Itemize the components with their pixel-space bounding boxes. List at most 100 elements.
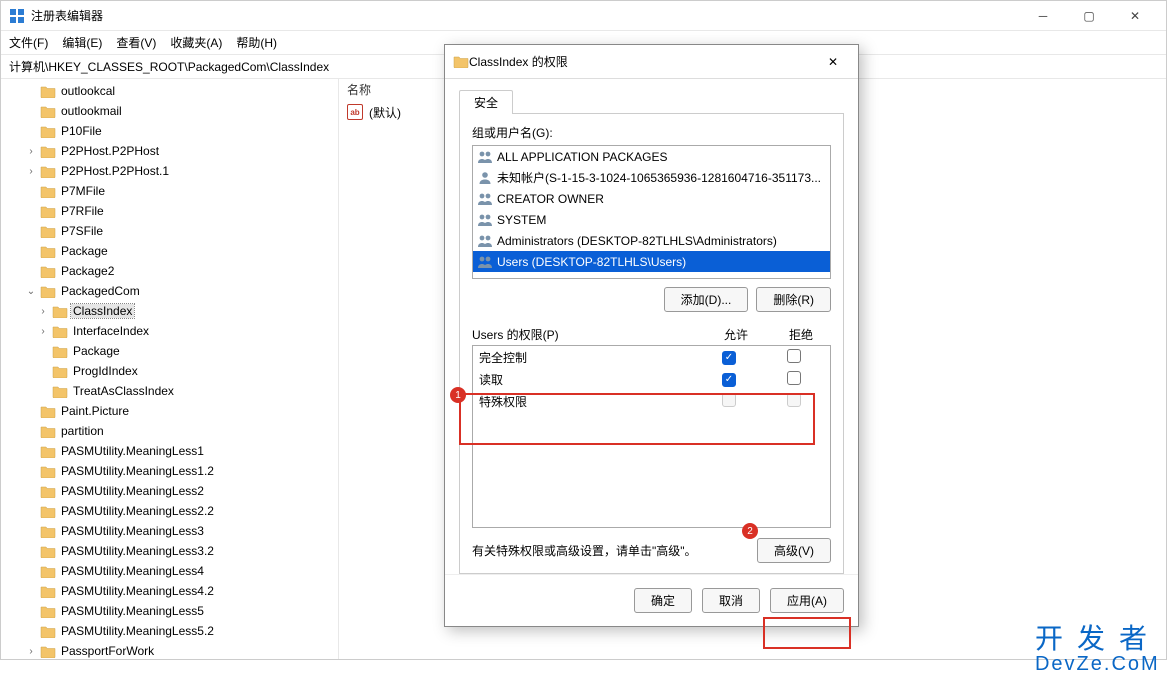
tab-security[interactable]: 安全 <box>459 90 513 114</box>
principals-list[interactable]: ALL APPLICATION PACKAGES 未知帐户(S-1-15-3-10… <box>472 145 831 279</box>
expand-toggle[interactable]: › <box>37 326 49 337</box>
tree-item[interactable]: ›P2PHost.P2PHost <box>1 141 338 161</box>
tree-item[interactable]: ›InterfaceIndex <box>1 321 338 341</box>
tree-item[interactable]: outlookmail <box>1 101 338 121</box>
menu-view[interactable]: 查看(V) <box>116 34 156 51</box>
tree-item[interactable]: partition <box>1 421 338 441</box>
principal-row[interactable]: Users (DESKTOP-82TLHLS\Users) <box>473 251 830 272</box>
deny-checkbox[interactable] <box>787 371 801 385</box>
principal-row[interactable]: SYSTEM <box>473 209 830 230</box>
principal-icon <box>477 213 493 227</box>
remove-button[interactable]: 删除(R) <box>756 287 831 312</box>
expand-toggle[interactable]: ⌄ <box>25 286 37 297</box>
values-col-name[interactable]: 名称 <box>347 81 371 98</box>
tree-item[interactable]: › P2PHost.P2PHost.1 <box>1 161 338 181</box>
tree-item[interactable]: PASMUtility.MeaningLess1.2 <box>1 461 338 481</box>
tree-item-label: Package2 <box>59 264 116 278</box>
permissions-list: 完全控制✓读取✓特殊权限 <box>472 345 831 528</box>
maximize-button[interactable]: ▢ <box>1066 2 1112 30</box>
principal-row[interactable]: CREATOR OWNER <box>473 188 830 209</box>
tree-item-label: PASMUtility.MeaningLess4.2 <box>59 584 216 598</box>
expand-toggle[interactable]: › <box>25 146 37 157</box>
principal-row[interactable]: Administrators (DESKTOP-82TLHLS\Administ… <box>473 230 830 251</box>
allow-checkbox[interactable]: ✓ <box>722 351 736 365</box>
menu-edit[interactable]: 编辑(E) <box>62 34 102 51</box>
principal-name: 未知帐户(S-1-15-3-1024-1065365936-1281604716… <box>497 169 821 186</box>
tree-item[interactable]: PASMUtility.MeaningLess3.2 <box>1 541 338 561</box>
permission-row: 读取 ✓ <box>473 368 830 390</box>
folder-icon <box>52 365 68 378</box>
tree-item-label: P10File <box>59 124 104 138</box>
permission-name: 读取 <box>479 371 694 388</box>
tree-item[interactable]: PASMUtility.MeaningLess2.2 <box>1 501 338 521</box>
folder-icon <box>40 185 56 198</box>
add-button[interactable]: 添加(D)... <box>664 287 749 312</box>
tree-item[interactable]: Package <box>1 241 338 261</box>
tree-item[interactable]: ›ClassIndex <box>1 301 338 321</box>
dialog-close-button[interactable]: ✕ <box>816 47 850 77</box>
tree-item[interactable]: ›PassportForWork <box>1 641 338 659</box>
deny-checkbox[interactable] <box>787 349 801 363</box>
principals-label: 组或用户名(G): <box>472 124 831 141</box>
tree-item-label: P7SFile <box>59 224 105 238</box>
dialog-titlebar[interactable]: ClassIndex 的权限 ✕ <box>445 45 858 79</box>
tree-item[interactable]: PASMUtility.MeaningLess3 <box>1 521 338 541</box>
principal-name: Users (DESKTOP-82TLHLS\Users) <box>497 255 686 269</box>
tree-item-label: Paint.Picture <box>59 404 131 418</box>
string-value-icon: ab <box>347 104 363 120</box>
menu-file[interactable]: 文件(F) <box>9 34 48 51</box>
minimize-button[interactable]: ─ <box>1020 2 1066 30</box>
tree-item[interactable]: ProgIdIndex <box>1 361 338 381</box>
tree-item[interactable]: P7RFile <box>1 201 338 221</box>
tree-item[interactable]: PASMUtility.MeaningLess2 <box>1 481 338 501</box>
principal-row[interactable]: 未知帐户(S-1-15-3-1024-1065365936-1281604716… <box>473 167 830 188</box>
advanced-button[interactable]: 高级(V) <box>757 538 831 563</box>
menu-fav[interactable]: 收藏夹(A) <box>170 34 222 51</box>
principal-name: ALL APPLICATION PACKAGES <box>497 150 668 164</box>
tree-item[interactable]: P7SFile <box>1 221 338 241</box>
apply-button[interactable]: 应用(A) <box>770 588 844 613</box>
tree-item[interactable]: ⌄PackagedCom <box>1 281 338 301</box>
close-button[interactable]: ✕ <box>1112 2 1158 30</box>
principal-row[interactable]: ALL APPLICATION PACKAGES <box>473 146 830 167</box>
tree-item[interactable]: Package <box>1 341 338 361</box>
cancel-button[interactable]: 取消 <box>702 588 760 613</box>
ok-button[interactable]: 确定 <box>634 588 692 613</box>
tree-item[interactable]: PASMUtility.MeaningLess4.2 <box>1 581 338 601</box>
principal-name: Administrators (DESKTOP-82TLHLS\Administ… <box>497 234 777 248</box>
folder-icon <box>453 55 469 68</box>
tree-item[interactable]: outlookcal <box>1 81 338 101</box>
tree-item[interactable]: P7MFile <box>1 181 338 201</box>
menu-help[interactable]: 帮助(H) <box>236 34 277 51</box>
tree-item[interactable]: TreatAsClassIndex <box>1 381 338 401</box>
tree-item-label: P2PHost.P2PHost.1 <box>59 164 171 178</box>
tree-item[interactable]: PASMUtility.MeaningLess5 <box>1 601 338 621</box>
tree-item-label: PASMUtility.MeaningLess1 <box>59 444 206 458</box>
col-deny: 拒绝 <box>771 326 831 343</box>
expand-toggle[interactable]: › <box>37 306 49 317</box>
titlebar[interactable]: 注册表编辑器 ─ ▢ ✕ <box>1 1 1166 31</box>
tree-item[interactable]: Paint.Picture <box>1 401 338 421</box>
tree-item-label: outlookcal <box>59 84 117 98</box>
tree-item-label: PASMUtility.MeaningLess5.2 <box>59 624 216 638</box>
expand-toggle[interactable]: › <box>25 166 37 177</box>
principal-icon <box>477 234 493 248</box>
tree-item-label: PASMUtility.MeaningLess2.2 <box>59 504 216 518</box>
tree-item[interactable]: PASMUtility.MeaningLess5.2 <box>1 621 338 641</box>
expand-toggle[interactable]: › <box>25 646 37 657</box>
tree-item-label: PASMUtility.MeaningLess3.2 <box>59 544 216 558</box>
registry-tree[interactable]: outlookcaloutlookmailP10File›P2PHost.P2P… <box>1 79 339 659</box>
tree-item[interactable]: PASMUtility.MeaningLess1 <box>1 441 338 461</box>
watermark: 开发者 DevZe.CoM <box>1035 626 1161 674</box>
folder-icon <box>40 125 56 138</box>
tree-item[interactable]: P10File <box>1 121 338 141</box>
app-icon <box>9 8 25 24</box>
folder-icon <box>52 325 68 338</box>
permission-name: 完全控制 <box>479 349 694 366</box>
tree-item[interactable]: PASMUtility.MeaningLess4 <box>1 561 338 581</box>
allow-checkbox[interactable]: ✓ <box>722 373 736 387</box>
folder-icon <box>40 505 56 518</box>
tree-item[interactable]: Package2 <box>1 261 338 281</box>
tree-item-label: PASMUtility.MeaningLess2 <box>59 484 206 498</box>
advanced-hint: 有关特殊权限或高级设置，请单击"高级"。 <box>472 542 757 559</box>
